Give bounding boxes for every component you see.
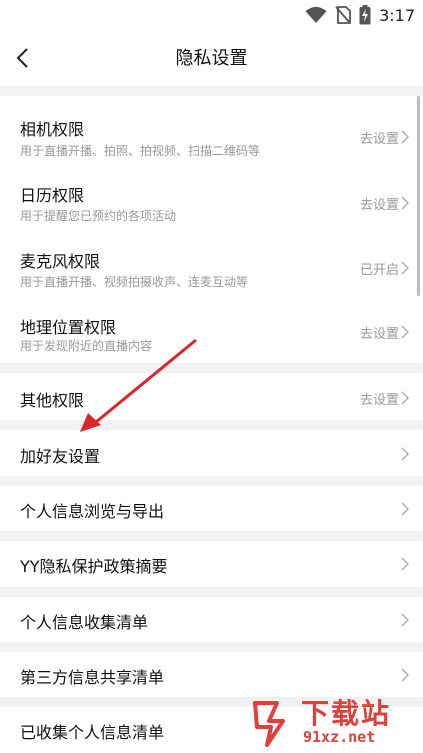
menu-item-privacy-summary[interactable]: YY隐私保护政策摘要 — [0, 541, 423, 587]
row-title: 日历权限 — [20, 186, 85, 205]
chevron-right-icon — [401, 502, 409, 516]
row-subtitle: 用于直播开播、视频拍摄收声、连麦互动等 — [20, 275, 249, 289]
row-subtitle: 用于提醒您已预约的各项活动 — [20, 209, 177, 223]
scrollbar[interactable] — [417, 96, 420, 296]
permission-microphone-row[interactable]: 麦克风权限 用于直播开播、视频拍摄收声、连麦互动等 已开启 — [0, 228, 423, 294]
menu-item-third-party-list[interactable]: 第三方信息共享清单 — [0, 652, 423, 697]
chevron-right-icon — [401, 130, 409, 144]
watermark-url: 91xz.net — [303, 728, 376, 746]
row-action-label: 已开启 — [359, 263, 399, 278]
chevron-right-icon — [401, 447, 409, 461]
chevron-right-icon — [401, 557, 409, 571]
status-time: 3:17 — [379, 5, 415, 25]
permission-calendar-row[interactable]: 日历权限 用于提醒您已预约的各项活动 去设置 — [0, 162, 423, 228]
row-action-label: 去设置 — [359, 198, 399, 213]
menu-item-add-friend[interactable]: 加好友设置 — [0, 430, 423, 476]
watermark-emblem-icon — [253, 701, 285, 747]
chevron-right-icon — [401, 261, 409, 275]
row-title: YY隐私保护政策摘要 — [20, 557, 168, 576]
watermark-logo: 下载站 91xz.net — [247, 699, 417, 747]
row-action-label: 去设置 — [359, 327, 399, 342]
row-action-label: 去设置 — [359, 393, 399, 408]
row-subtitle: 用于发现附近的直播内容 — [20, 339, 153, 353]
row-title: 麦克风权限 — [20, 252, 101, 271]
permission-location-row[interactable]: 地理位置权限 用于发现附近的直播内容 去设置 — [0, 294, 423, 363]
other-permissions-row[interactable]: 其他权限 去设置 — [0, 373, 423, 420]
page-title: 隐私设置 — [175, 48, 248, 69]
permission-camera-row[interactable]: 相机权限 用于直播开播、拍照、拍视频、扫描二维码等 去设置 — [0, 96, 423, 162]
chevron-right-icon — [401, 613, 409, 627]
row-subtitle: 用于直播开播、拍照、拍视频、扫描二维码等 — [20, 144, 261, 158]
wifi-icon — [305, 6, 327, 23]
no-sim-icon — [335, 6, 351, 24]
menu-item-collection-list[interactable]: 个人信息收集清单 — [0, 597, 423, 642]
chevron-right-icon — [401, 391, 409, 405]
row-action-label: 去设置 — [359, 132, 399, 147]
header-bar: 隐私设置 — [0, 30, 423, 86]
permissions-section: 相机权限 用于直播开播、拍照、拍视频、扫描二维码等 去设置 日历权限 用于提醒您… — [0, 96, 423, 363]
row-title: 加好友设置 — [20, 447, 101, 466]
row-title: 第三方信息共享清单 — [20, 668, 165, 687]
chevron-right-icon — [401, 668, 409, 682]
status-icons: 3:17 — [305, 4, 415, 26]
row-title: 个人信息收集清单 — [20, 613, 149, 632]
chevron-right-icon — [401, 325, 409, 339]
chevron-right-icon — [401, 196, 409, 210]
watermark-text: 下载站 — [301, 697, 392, 730]
row-title: 地理位置权限 — [20, 318, 117, 337]
battery-charging-icon — [359, 5, 371, 25]
row-title: 个人信息浏览与导出 — [20, 502, 165, 521]
row-title: 相机权限 — [20, 120, 85, 139]
menu-item-browse-export[interactable]: 个人信息浏览与导出 — [0, 486, 423, 531]
row-title: 其他权限 — [20, 391, 85, 410]
row-title: 已收集个人信息清单 — [20, 723, 165, 742]
status-bar: 3:17 — [0, 0, 423, 30]
